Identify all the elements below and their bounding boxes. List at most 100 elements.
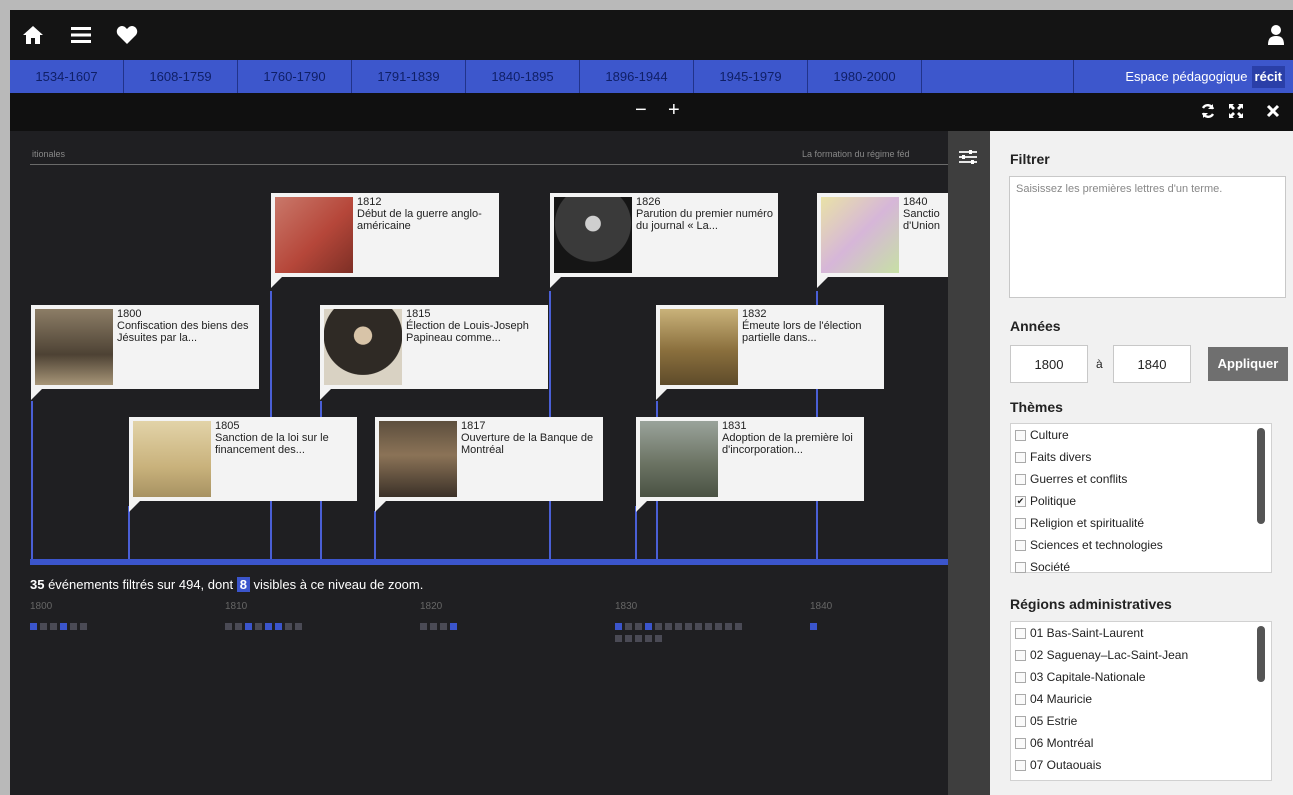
event-card[interactable]: 1800 Confiscation des biens des Jésuites… (31, 305, 259, 400)
minimap-square[interactable] (275, 623, 282, 630)
zoom-in-button[interactable]: + (668, 99, 680, 122)
region-option[interactable]: 01 Bas-Saint-Laurent (1011, 622, 1271, 644)
minimap-square[interactable] (685, 623, 692, 630)
event-card[interactable]: 1805 Sanction de la loi sur le financeme… (129, 417, 357, 512)
period-tab-empty[interactable] (922, 60, 1074, 93)
theme-option[interactable]: Culture (1011, 424, 1271, 446)
minimap-square[interactable] (265, 623, 272, 630)
minimap-square[interactable] (715, 623, 722, 630)
period-tab[interactable]: 1760-1790 (238, 60, 352, 93)
region-option[interactable]: 06 Montréal (1011, 732, 1271, 754)
minimap-square[interactable] (285, 623, 292, 630)
close-icon[interactable] (1265, 103, 1281, 124)
period-tab[interactable]: 1840-1895 (466, 60, 580, 93)
checkbox[interactable] (1015, 540, 1026, 552)
minimap-square[interactable] (655, 635, 662, 642)
checkbox[interactable] (1015, 474, 1026, 486)
region-option[interactable]: 02 Saguenay–Lac-Saint-Jean (1011, 644, 1271, 666)
event-card[interactable]: 1832 Émeute lors de l'élection partielle… (656, 305, 884, 400)
themes-list[interactable]: Culture Faits divers Guerres et conflits ✔ P… (1010, 423, 1272, 574)
checkbox[interactable] (1015, 628, 1026, 640)
themes-scrollbar[interactable] (1257, 428, 1265, 524)
checkbox[interactable]: ✔ (1015, 496, 1026, 508)
minimap-square[interactable] (665, 623, 672, 630)
theme-option[interactable]: Sciences et technologies (1011, 534, 1271, 556)
period-tab[interactable]: 1980-2000 (808, 60, 922, 93)
regions-list[interactable]: 01 Bas-Saint-Laurent 02 Saguenay–Lac-Sain… (1010, 621, 1272, 781)
minimap-square[interactable] (645, 635, 652, 642)
event-card[interactable]: 1840 Sanctio d'Union (817, 193, 948, 288)
minimap-square[interactable] (705, 623, 712, 630)
regions-scrollbar[interactable] (1257, 626, 1265, 682)
apply-button[interactable]: Appliquer (1208, 347, 1288, 381)
minimap-square[interactable] (695, 623, 702, 630)
event-card[interactable]: 1826 Parution du premier numéro du journ… (550, 193, 778, 288)
checkbox[interactable] (1015, 738, 1026, 750)
minimap-square[interactable] (810, 623, 817, 630)
menu-icon[interactable] (66, 20, 96, 50)
home-icon[interactable] (18, 20, 48, 50)
minimap-square[interactable] (725, 623, 732, 630)
minimap-square[interactable] (50, 623, 57, 630)
minimap-square[interactable] (70, 623, 77, 630)
minimap-square[interactable] (80, 623, 87, 630)
region-option[interactable]: 04 Mauricie (1011, 688, 1271, 710)
year-from-input[interactable]: 1800 (1010, 345, 1088, 383)
refresh-icon[interactable] (1200, 103, 1216, 124)
theme-option[interactable]: Faits divers (1011, 446, 1271, 468)
minimap-square[interactable] (625, 635, 632, 642)
event-card[interactable]: 1831 Adoption de la première loi d'incor… (636, 417, 864, 512)
event-card[interactable]: 1815 Élection de Louis-Joseph Papineau c… (320, 305, 548, 400)
minimap-square[interactable] (735, 623, 742, 630)
espace-pedagogique-link[interactable]: Espace pédagogique récit (1074, 60, 1293, 93)
period-tab[interactable]: 1791-1839 (352, 60, 466, 93)
checkbox[interactable] (1015, 562, 1026, 574)
sliders-icon[interactable] (958, 149, 978, 170)
checkbox[interactable] (1015, 672, 1026, 684)
minimap-square[interactable] (60, 623, 67, 630)
checkbox[interactable] (1015, 650, 1026, 662)
period-tab[interactable]: 1534-1607 (10, 60, 124, 93)
theme-option[interactable]: Société (1011, 556, 1271, 578)
minimap-square[interactable] (615, 635, 622, 642)
minimap-square[interactable] (645, 623, 652, 630)
checkbox[interactable] (1015, 716, 1026, 728)
region-option[interactable]: 05 Estrie (1011, 710, 1271, 732)
period-tab[interactable]: 1896-1944 (580, 60, 694, 93)
minimap-square[interactable] (295, 623, 302, 630)
period-tab[interactable]: 1608-1759 (124, 60, 238, 93)
checkbox[interactable] (1015, 452, 1026, 464)
minimap-square[interactable] (615, 623, 622, 630)
minimap-square[interactable] (450, 623, 457, 630)
minimap-square[interactable] (235, 623, 242, 630)
minimap-square[interactable] (430, 623, 437, 630)
minimap-square[interactable] (625, 623, 632, 630)
minimap-square[interactable] (655, 623, 662, 630)
event-card[interactable]: 1812 Début de la guerre anglo-américaine (271, 193, 499, 288)
checkbox[interactable] (1015, 430, 1026, 442)
theme-option[interactable]: Religion et spiritualité (1011, 512, 1271, 534)
period-tab[interactable]: 1945-1979 (694, 60, 808, 93)
checkbox[interactable] (1015, 518, 1026, 530)
event-card[interactable]: 1817 Ouverture de la Banque de Montréal (375, 417, 603, 512)
year-to-input[interactable]: 1840 (1113, 345, 1191, 383)
theme-option[interactable]: Guerres et conflits (1011, 468, 1271, 490)
minimap-square[interactable] (420, 623, 427, 630)
filter-input[interactable]: Saisissez les premières lettres d'un ter… (1009, 176, 1286, 298)
minimap-square[interactable] (675, 623, 682, 630)
minimap-square[interactable] (440, 623, 447, 630)
region-option[interactable]: 03 Capitale-Nationale (1011, 666, 1271, 688)
zoom-out-button[interactable]: − (635, 99, 647, 122)
minimap-square[interactable] (40, 623, 47, 630)
fullscreen-icon[interactable] (1228, 103, 1244, 124)
minimap-square[interactable] (245, 623, 252, 630)
region-option[interactable]: 07 Outaouais (1011, 754, 1271, 776)
theme-option[interactable]: ✔ Politique (1011, 490, 1271, 512)
minimap-square[interactable] (30, 623, 37, 630)
minimap-square[interactable] (225, 623, 232, 630)
heart-icon[interactable] (112, 20, 142, 50)
minimap-square[interactable] (255, 623, 262, 630)
minimap-square[interactable] (635, 623, 642, 630)
checkbox[interactable] (1015, 694, 1026, 706)
user-icon[interactable] (1263, 20, 1289, 50)
